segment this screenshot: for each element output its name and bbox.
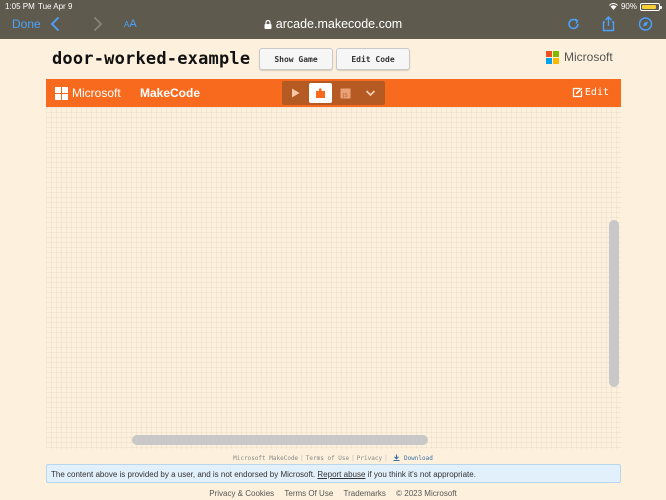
chevron-down-icon xyxy=(365,90,376,97)
user-content-notice: The content above is provided by a user,… xyxy=(46,464,621,483)
status-date: Tue Apr 9 xyxy=(38,2,73,11)
wifi-icon xyxy=(609,3,618,10)
edit-button[interactable]: Edit xyxy=(572,87,609,98)
footer-link-terms[interactable]: Terms of Use xyxy=(306,455,349,462)
status-time: 1:05 PM xyxy=(5,2,35,11)
horizontal-scrollbar[interactable] xyxy=(132,435,428,445)
logo-square-yellow xyxy=(553,57,559,64)
battery-icon xyxy=(640,2,662,11)
url-text: arcade.makecode.com xyxy=(275,17,403,31)
makecode-product-label[interactable]: MakeCode xyxy=(140,86,200,100)
microsoft-logo-icon xyxy=(55,86,68,100)
javascript-icon: JS xyxy=(340,88,351,99)
privacy-cookies-link[interactable]: Privacy & Cookies xyxy=(209,489,274,498)
puzzle-icon xyxy=(316,87,325,98)
more-views-button[interactable] xyxy=(359,83,382,103)
status-right: 90% xyxy=(609,2,662,11)
vertical-scrollbar[interactable] xyxy=(609,220,619,387)
reload-icon[interactable] xyxy=(566,16,581,32)
edit-code-button[interactable]: Edit Code xyxy=(336,48,410,70)
project-title: door-worked-example xyxy=(52,49,251,69)
logo-square-blue xyxy=(546,57,552,64)
logo-square-red xyxy=(546,50,552,57)
notice-text: The content above is provided by a user,… xyxy=(51,470,316,479)
download-label: Download xyxy=(403,455,433,462)
edit-label: Edit xyxy=(584,87,609,98)
download-link[interactable]: Download xyxy=(393,454,433,462)
blocks-workspace[interactable] xyxy=(46,107,621,449)
svg-text:JS: JS xyxy=(342,93,348,99)
battery-percent: 90% xyxy=(620,2,637,11)
footer-link-privacy[interactable]: Privacy xyxy=(357,455,382,462)
microsoft-logo-icon xyxy=(546,50,559,64)
battery-level-fill xyxy=(642,4,657,9)
lock-icon xyxy=(264,20,272,29)
microsoft-label: Microsoft xyxy=(564,50,613,64)
editor-view-switcher: JS xyxy=(282,81,385,105)
show-game-button[interactable]: Show Game xyxy=(259,48,333,70)
safari-toolbar: Done AA arcade.makecode.com xyxy=(0,13,666,37)
site-footer: Privacy & Cookies Terms Of Use Trademark… xyxy=(0,489,666,498)
status-bar: 1:05 PM Tue Apr 9 90% xyxy=(0,0,666,13)
browser-chrome: 1:05 PM Tue Apr 9 90% Done AA arcade.mak… xyxy=(0,0,666,39)
blocks-view-button[interactable] xyxy=(309,83,332,103)
microsoft-logo[interactable]: Microsoft xyxy=(546,50,613,64)
makecode-microsoft-label: Microsoft xyxy=(72,86,121,100)
notice-text-end: if you think it's not appropriate. xyxy=(367,470,476,479)
makecode-microsoft-logo[interactable]: Microsoft xyxy=(55,86,121,100)
trademarks-link[interactable]: Trademarks xyxy=(344,489,386,498)
play-icon xyxy=(292,88,300,98)
logo-square-green xyxy=(553,50,559,57)
share-icon[interactable] xyxy=(601,16,616,32)
copyright-text: © 2023 Microsoft xyxy=(396,489,457,498)
javascript-view-button[interactable]: JS xyxy=(334,83,357,103)
footer-link-makecode[interactable]: Microsoft MakeCode xyxy=(233,455,298,462)
edit-icon xyxy=(572,87,583,98)
makecode-header: Microsoft MakeCode JS Edit xyxy=(46,79,621,107)
report-abuse-link[interactable]: Report abuse xyxy=(317,470,365,479)
makecode-footer: Microsoft MakeCode | Terms of Use | Privacy |… xyxy=(233,454,433,462)
terms-of-use-link[interactable]: Terms Of Use xyxy=(284,489,333,498)
play-view-button[interactable] xyxy=(284,83,307,103)
compass-icon[interactable] xyxy=(638,16,653,32)
download-icon xyxy=(393,454,400,462)
